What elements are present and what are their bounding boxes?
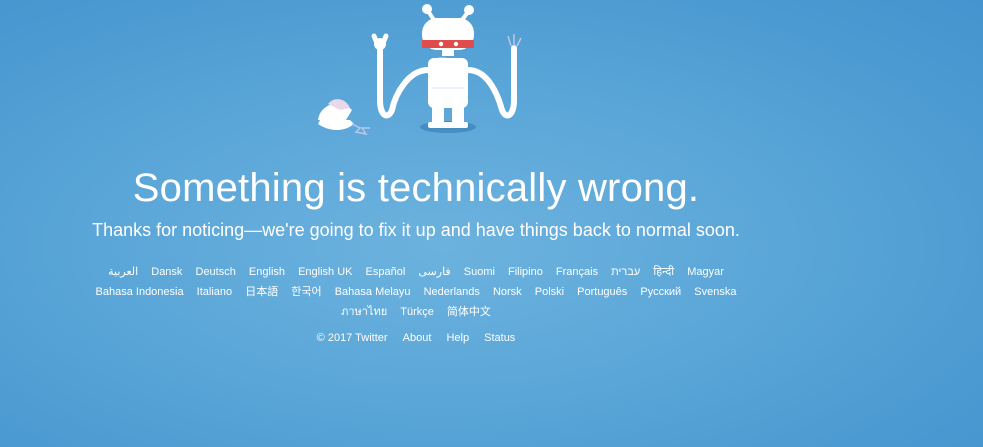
language-item: Nederlands: [424, 282, 480, 302]
language-item: Dansk: [151, 262, 182, 282]
language-link-filipino[interactable]: Filipino: [508, 266, 543, 278]
language-link-espanol[interactable]: Español: [366, 266, 406, 278]
language-item: Русский: [640, 282, 681, 302]
language-item: हिन्दी: [653, 262, 674, 282]
language-item: עברית: [611, 262, 640, 282]
language-link-hebrew[interactable]: עברית: [611, 266, 640, 278]
status-link[interactable]: Status: [484, 332, 515, 344]
language-item: Italiano: [197, 282, 232, 302]
help-link[interactable]: Help: [446, 332, 469, 344]
language-item: Français: [556, 262, 598, 282]
language-item: 한국어: [291, 282, 321, 302]
language-item: Português: [577, 282, 627, 302]
language-link-bahasa-indonesia[interactable]: Bahasa Indonesia: [96, 286, 184, 298]
language-item: Norsk: [493, 282, 522, 302]
error-headline: Something is technically wrong.: [132, 166, 700, 210]
language-link-norsk[interactable]: Norsk: [493, 286, 522, 298]
copyright-text: © 2017 Twitter: [316, 332, 388, 344]
language-link-suomi[interactable]: Suomi: [464, 266, 495, 278]
robot-icon: [318, 4, 522, 136]
language-link-francais[interactable]: Français: [556, 266, 598, 278]
language-item: Español: [366, 262, 406, 282]
language-link-english[interactable]: English: [249, 266, 285, 278]
language-list: العربية Dansk Deutsch English English UK…: [76, 262, 756, 322]
language-link-russian[interactable]: Русский: [640, 286, 681, 298]
language-item: ภาษาไทย: [341, 302, 387, 322]
language-item: Bahasa Indonesia: [96, 282, 184, 302]
language-item: Bahasa Melayu: [335, 282, 411, 302]
language-item: Magyar: [687, 262, 724, 282]
language-item: 日本語: [245, 282, 278, 302]
language-item: فارسی: [418, 262, 450, 282]
language-item: Türkçe: [400, 302, 434, 322]
language-link-nederlands[interactable]: Nederlands: [424, 286, 480, 298]
language-item: English: [249, 262, 285, 282]
language-link-italiano[interactable]: Italiano: [197, 286, 232, 298]
language-link-bahasa-melayu[interactable]: Bahasa Melayu: [335, 286, 411, 298]
footer-links: © 2017 Twitter About Help Status: [0, 328, 832, 348]
language-link-korean[interactable]: 한국어: [291, 286, 321, 298]
language-link-dansk[interactable]: Dansk: [151, 266, 182, 278]
language-link-portugues[interactable]: Português: [577, 286, 627, 298]
broken-robot-illustration: [300, 0, 540, 145]
language-item: Suomi: [464, 262, 495, 282]
error-subline: Thanks for noticing—we're going to fix i…: [92, 220, 740, 240]
language-link-arabic[interactable]: العربية: [108, 266, 138, 278]
language-link-magyar[interactable]: Magyar: [687, 266, 724, 278]
language-item: العربية: [108, 262, 138, 282]
language-link-japanese[interactable]: 日本語: [245, 286, 278, 298]
language-link-hindi[interactable]: हिन्दी: [653, 266, 674, 278]
language-link-thai[interactable]: ภาษาไทย: [341, 306, 387, 318]
language-item: Filipino: [508, 262, 543, 282]
language-link-english-uk[interactable]: English UK: [298, 266, 352, 278]
about-link[interactable]: About: [403, 332, 432, 344]
language-link-simplified-chinese[interactable]: 简体中文: [447, 306, 491, 318]
language-item: 简体中文: [447, 302, 491, 322]
error-content: Something is technically wrong. Thanks f…: [0, 163, 832, 348]
language-link-svenska[interactable]: Svenska: [694, 286, 736, 298]
language-item: Svenska: [694, 282, 736, 302]
language-link-farsi[interactable]: فارسی: [418, 266, 450, 278]
language-item: Deutsch: [196, 262, 236, 282]
language-item: English UK: [298, 262, 352, 282]
language-item: Polski: [535, 282, 564, 302]
language-link-polski[interactable]: Polski: [535, 286, 564, 298]
language-link-deutsch[interactable]: Deutsch: [196, 266, 236, 278]
language-link-turkce[interactable]: Türkçe: [400, 306, 434, 318]
